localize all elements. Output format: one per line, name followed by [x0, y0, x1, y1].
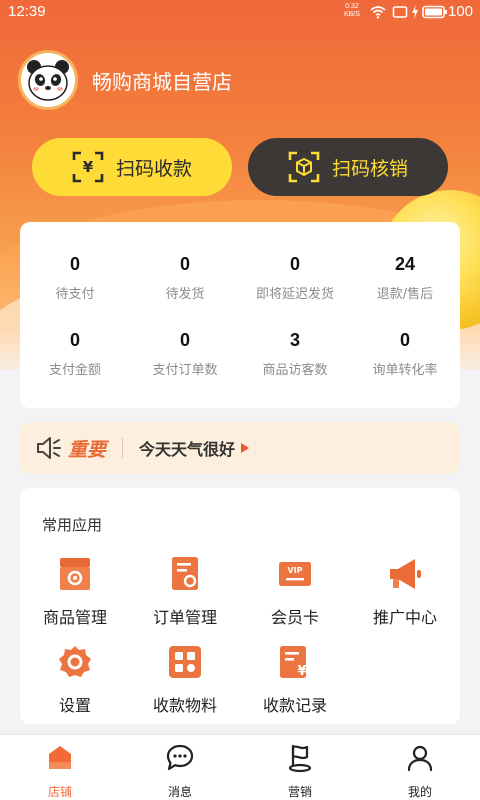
scan-receive-label: 扫码收款	[115, 157, 192, 180]
order-management-icon	[172, 557, 198, 590]
stat-refund-aftersale[interactable]: 24 退款/售后	[350, 254, 460, 302]
notice-tag: 重要	[68, 438, 107, 461]
svg-text:¥: ¥	[83, 158, 94, 176]
wifi-icon	[370, 6, 386, 19]
payment-record-icon: ¥	[280, 646, 307, 679]
stat-inquiry-conversion[interactable]: 0 询单转化率	[350, 330, 460, 378]
app-label: 推广中心	[372, 608, 437, 627]
charging-icon	[412, 5, 418, 19]
notice-message: 今天天气很好	[139, 440, 236, 459]
battery-icon	[422, 5, 447, 19]
stats-card: 0 待支付 0 待发货 0 即将延迟发货 24 退款/售后 0 支付金额 0 支…	[20, 222, 460, 408]
stat-label: 退款/售后	[376, 287, 434, 302]
speaker-icon	[37, 437, 61, 459]
tab-mine[interactable]: 我的	[360, 743, 480, 800]
tab-label: 店铺	[47, 785, 72, 799]
sim-card-icon	[392, 6, 408, 18]
app-label: 收款记录	[262, 696, 327, 715]
stat-payment-amount[interactable]: 0 支付金额	[20, 330, 130, 378]
scan-receive-button[interactable]: ¥ 扫码收款	[32, 138, 232, 196]
stat-value: 0	[69, 330, 80, 350]
tab-label: 营销	[287, 785, 312, 799]
stat-label: 商品访客数	[262, 363, 328, 378]
tab-label: 我的	[407, 785, 432, 799]
tab-messages[interactable]: 消息	[120, 743, 240, 800]
stat-value: 0	[289, 254, 300, 274]
app-vip-card[interactable]: VIP 会员卡	[240, 556, 350, 628]
stat-delayed-shipment[interactable]: 0 即将延迟发货	[240, 254, 350, 302]
stat-value: 3	[289, 330, 300, 350]
status-bar: 12:39 0.32 KB/S 100	[0, 0, 480, 24]
app-label: 商品管理	[42, 608, 107, 627]
apps-title: 常用应用	[42, 516, 103, 534]
stat-value: 24	[394, 254, 416, 274]
stat-paid-orders[interactable]: 0 支付订单数	[130, 330, 240, 378]
user-icon	[407, 745, 433, 772]
store-icon	[49, 746, 71, 769]
flag-icon	[288, 744, 312, 773]
app-promotion-center[interactable]: 推广中心	[350, 556, 460, 628]
stat-label: 即将延迟发货	[255, 287, 334, 302]
network-speed-value: 0.32	[345, 3, 359, 10]
notice-arrow-icon	[241, 443, 250, 453]
tab-marketing[interactable]: 营销	[240, 743, 360, 800]
stat-value: 0	[179, 330, 190, 350]
network-speed: 0.32 KB/S	[344, 3, 360, 19]
vip-card-icon: VIP	[279, 562, 311, 586]
megaphone-icon	[390, 559, 421, 589]
panda-icon	[27, 60, 69, 101]
app-product-management[interactable]: 商品管理	[20, 556, 130, 628]
battery-level: 100	[448, 3, 474, 20]
stat-pending-shipment[interactable]: 0 待发货	[130, 254, 240, 302]
store-header[interactable]: 畅购商城自营店	[18, 50, 232, 110]
stat-value: 0	[399, 330, 410, 350]
app-order-management[interactable]: 订单管理	[130, 556, 240, 628]
network-speed-unit: KB/S	[344, 11, 360, 18]
tab-label: 消息	[167, 785, 192, 799]
stat-value: 0	[69, 254, 80, 274]
store-avatar[interactable]	[18, 50, 78, 110]
scan-box-icon	[288, 151, 320, 183]
chat-icon	[166, 744, 194, 771]
scan-yuan-icon: ¥	[72, 151, 104, 183]
svg-text:¥: ¥	[297, 664, 306, 679]
stat-product-visitors[interactable]: 3 商品访客数	[240, 330, 350, 378]
app-label: 订单管理	[152, 608, 217, 627]
stat-label: 支付订单数	[152, 363, 218, 378]
app-payment-materials[interactable]: 收款物料	[130, 644, 240, 716]
stat-label: 询单转化率	[372, 363, 438, 378]
store-name: 畅购商城自营店	[92, 69, 232, 94]
app-label: 收款物料	[152, 696, 217, 715]
stat-label: 待支付	[55, 287, 95, 302]
notice-bar[interactable]: 重要 今天天气很好	[20, 422, 460, 474]
scan-verify-button[interactable]: 扫码核销	[248, 138, 448, 196]
app-payment-records[interactable]: ¥ 收款记录	[240, 644, 350, 716]
app-settings[interactable]: 设置	[20, 644, 130, 716]
bottom-tab-bar: 店铺 消息 营销 我的	[0, 734, 480, 800]
app-label: 设置	[58, 696, 91, 715]
common-apps-panel: 常用应用 商品管理 订单管理 VIP 会员卡 推广中心 设置 收款物料 ¥ 收款…	[20, 488, 460, 724]
stat-pending-payment[interactable]: 0 待支付	[20, 254, 130, 302]
stat-label: 支付金额	[48, 363, 101, 378]
qr-material-icon	[169, 646, 201, 678]
stat-value: 0	[179, 254, 190, 274]
app-label: 会员卡	[270, 608, 319, 627]
product-management-icon	[60, 558, 90, 590]
settings-gear-icon	[59, 646, 91, 677]
status-time: 12:39	[8, 3, 46, 20]
scan-verify-label: 扫码核销	[331, 157, 408, 180]
tab-store[interactable]: 店铺	[0, 743, 120, 800]
stat-label: 待发货	[165, 287, 205, 302]
svg-text:VIP: VIP	[287, 566, 302, 575]
notice-divider	[122, 438, 124, 458]
